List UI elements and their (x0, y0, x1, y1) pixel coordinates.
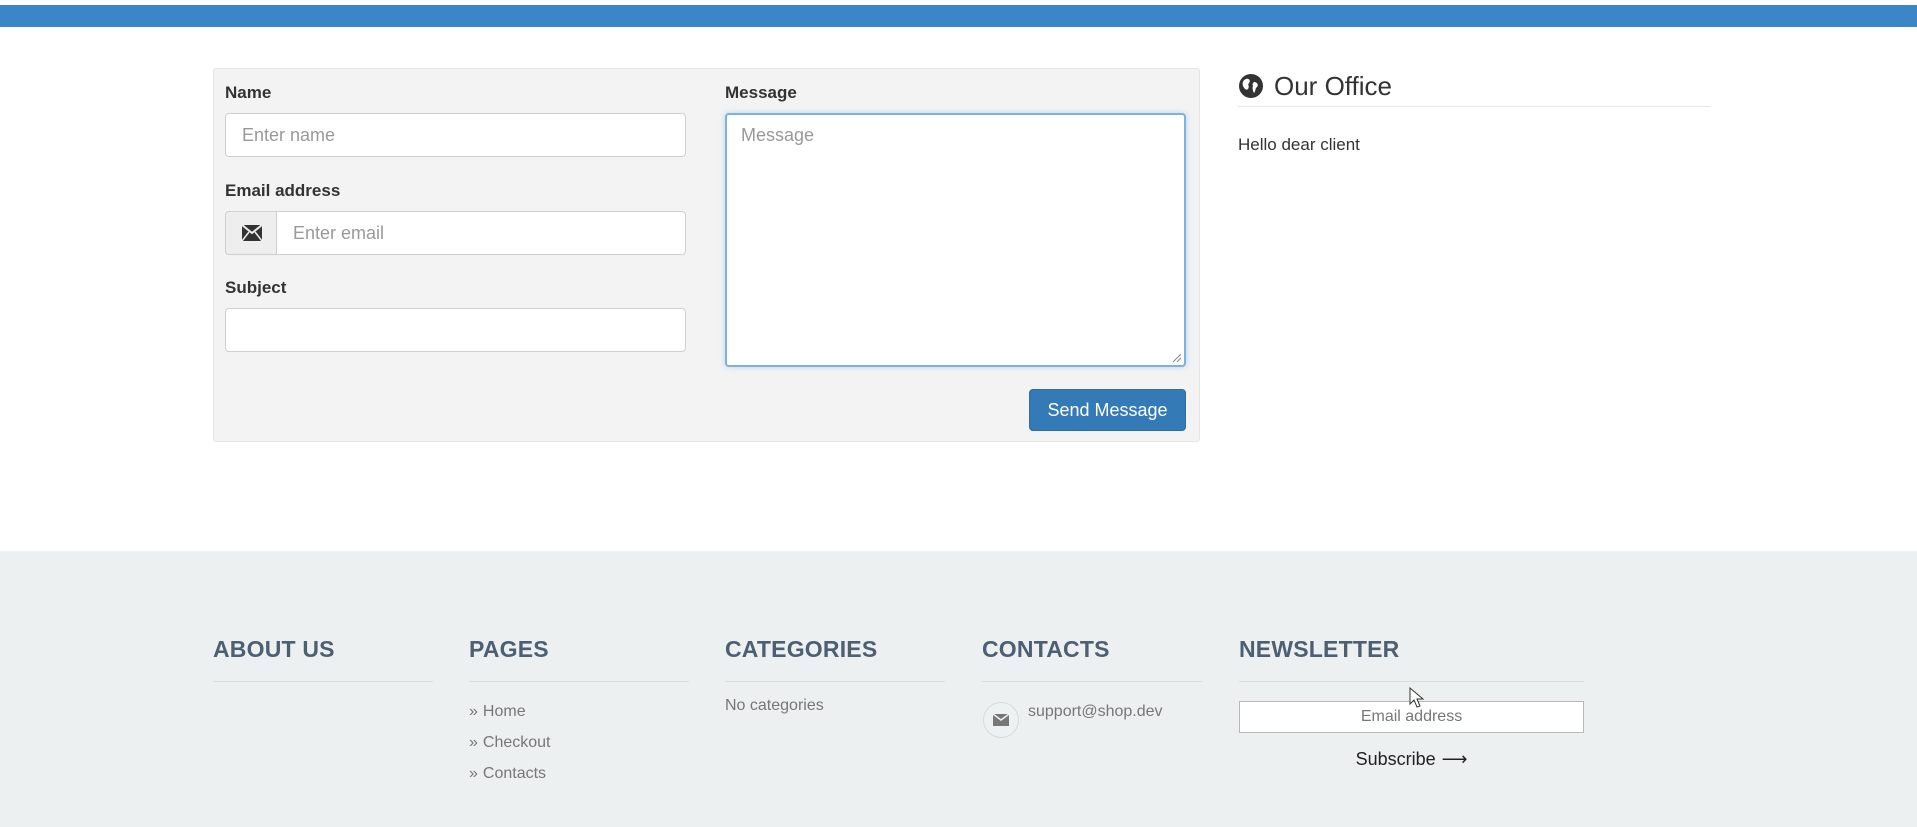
office-title: Our Office (1274, 70, 1393, 101)
top-accent-strip (0, 5, 1917, 27)
footer-link-label: Checkout (482, 734, 551, 751)
subscribe-label: Subscribe (1355, 748, 1436, 769)
footer-newsletter-heading: NEWSLETTER (1239, 636, 1400, 662)
bullet: » (469, 734, 478, 751)
footer-link-checkout[interactable]: » Checkout (469, 734, 551, 752)
footer-contacts-divider (982, 681, 1202, 682)
footer-pages-divider (469, 681, 689, 682)
email-input[interactable]: Enter email (276, 211, 686, 255)
name-label: Name (225, 83, 272, 102)
subject-input[interactable] (225, 308, 686, 352)
office-heading: Our Office (1238, 70, 1392, 102)
email-addon (225, 211, 277, 255)
email-placeholder: Enter email (293, 222, 385, 243)
message-textarea[interactable]: Message (725, 113, 1186, 367)
footer-categories-heading: CATEGORIES (725, 636, 878, 662)
top-bar (0, 0, 1917, 28)
footer-link-label: Contacts (482, 765, 547, 782)
footer (0, 551, 1917, 827)
envelope-icon (993, 714, 1009, 726)
footer-categories-divider (725, 681, 945, 682)
contact-email-badge (983, 702, 1019, 738)
footer-about-heading: ABOUT US (213, 636, 335, 662)
mouse-cursor-icon (1409, 687, 1425, 708)
footer-categories-empty: No categories (725, 697, 824, 714)
bullet: » (469, 703, 478, 720)
footer-contacts-heading: CONTACTS (982, 636, 1110, 662)
office-divider (1238, 106, 1711, 107)
name-placeholder: Enter name (242, 124, 336, 145)
send-message-button[interactable]: Send Message (1029, 389, 1186, 431)
resize-grip-icon[interactable] (1171, 352, 1181, 362)
footer-pages-heading: PAGES (469, 636, 549, 662)
footer-link-contacts[interactable]: » Contacts (469, 765, 546, 783)
email-label: Email address (225, 181, 341, 200)
newsletter-email-placeholder: Email address (1360, 708, 1463, 725)
message-placeholder: Message (741, 125, 815, 145)
arrow-right-icon: ⟶ (1441, 748, 1468, 769)
subject-label: Subject (225, 278, 287, 297)
bullet: » (469, 765, 478, 782)
name-input[interactable]: Enter name (225, 113, 686, 157)
footer-newsletter-divider (1239, 681, 1584, 682)
footer-contact-email[interactable]: support@shop.dev (1028, 703, 1163, 721)
subscribe-button[interactable]: Subscribe ⟶ (1239, 740, 1584, 778)
globe-icon (1239, 74, 1263, 98)
office-text: Hello dear client (1238, 135, 1360, 154)
message-label: Message (725, 83, 797, 102)
envelope-icon (241, 225, 262, 241)
footer-link-label: Home (482, 703, 526, 720)
footer-about-divider (213, 681, 433, 682)
footer-link-home[interactable]: » Home (469, 703, 526, 721)
